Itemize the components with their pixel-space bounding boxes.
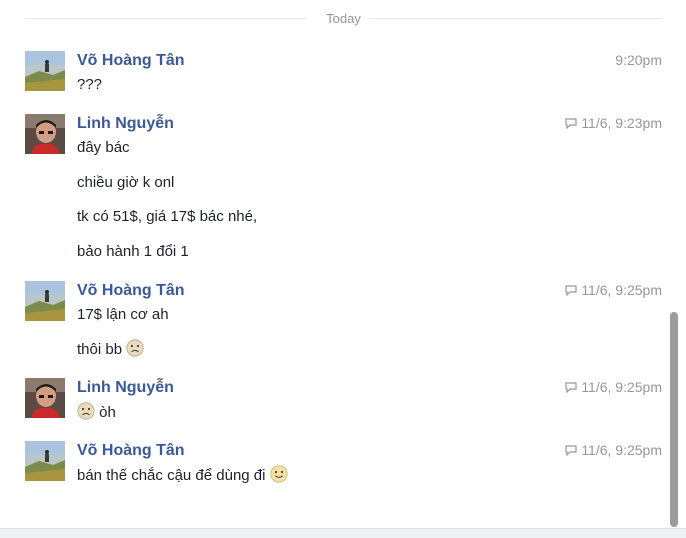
- frown-emoji-icon: [126, 339, 144, 357]
- seen-icon: [565, 445, 577, 456]
- day-divider: Today: [25, 10, 662, 26]
- composer-edge: [0, 528, 686, 538]
- sender-name[interactable]: Linh Nguyễn: [77, 378, 174, 397]
- message-time: 11/6, 9:25pm: [565, 379, 662, 396]
- sender-name[interactable]: Võ Hoàng Tân: [77, 281, 185, 300]
- message-text: bán thế chắc cậu để dùng đi: [77, 465, 288, 485]
- sender-name[interactable]: Võ Hoàng Tân: [77, 51, 185, 70]
- sender-name[interactable]: Linh Nguyễn: [77, 114, 174, 133]
- message-text: 17$ lận cơ ah: [77, 306, 169, 323]
- seen-icon: [565, 285, 577, 296]
- seen-icon: [565, 382, 577, 393]
- landscape-avatar[interactable]: [25, 51, 65, 91]
- message-text: thôi bb: [77, 339, 144, 359]
- landscape-avatar[interactable]: [25, 281, 65, 321]
- smile-emoji-icon: [270, 465, 288, 483]
- sender-name[interactable]: Võ Hoàng Tân: [77, 441, 185, 460]
- boy-avatar[interactable]: [25, 378, 65, 418]
- scrollbar[interactable]: [670, 0, 678, 538]
- message-text: bảo hành 1 đổi 1: [77, 243, 189, 260]
- message-time: 11/6, 9:25pm: [565, 282, 662, 299]
- boy-avatar[interactable]: [25, 114, 65, 154]
- message-text: òh: [77, 402, 116, 422]
- message-text: tk có 51$, giá 17$ bác nhé,: [77, 208, 258, 225]
- day-divider-label: Today: [320, 11, 367, 26]
- frown-emoji-icon: [77, 402, 95, 420]
- seen-icon: [565, 118, 577, 129]
- message-time: 9:20pm: [615, 52, 662, 68]
- scrollbar-thumb[interactable]: [670, 312, 678, 527]
- message-text: chiều giờ k onl: [77, 174, 175, 191]
- message-text: ???: [77, 76, 103, 93]
- message-time: 11/6, 9:23pm: [565, 115, 662, 132]
- message-text: đây bác: [77, 139, 130, 156]
- message-time: 11/6, 9:25pm: [565, 442, 662, 459]
- landscape-avatar[interactable]: [25, 441, 65, 481]
